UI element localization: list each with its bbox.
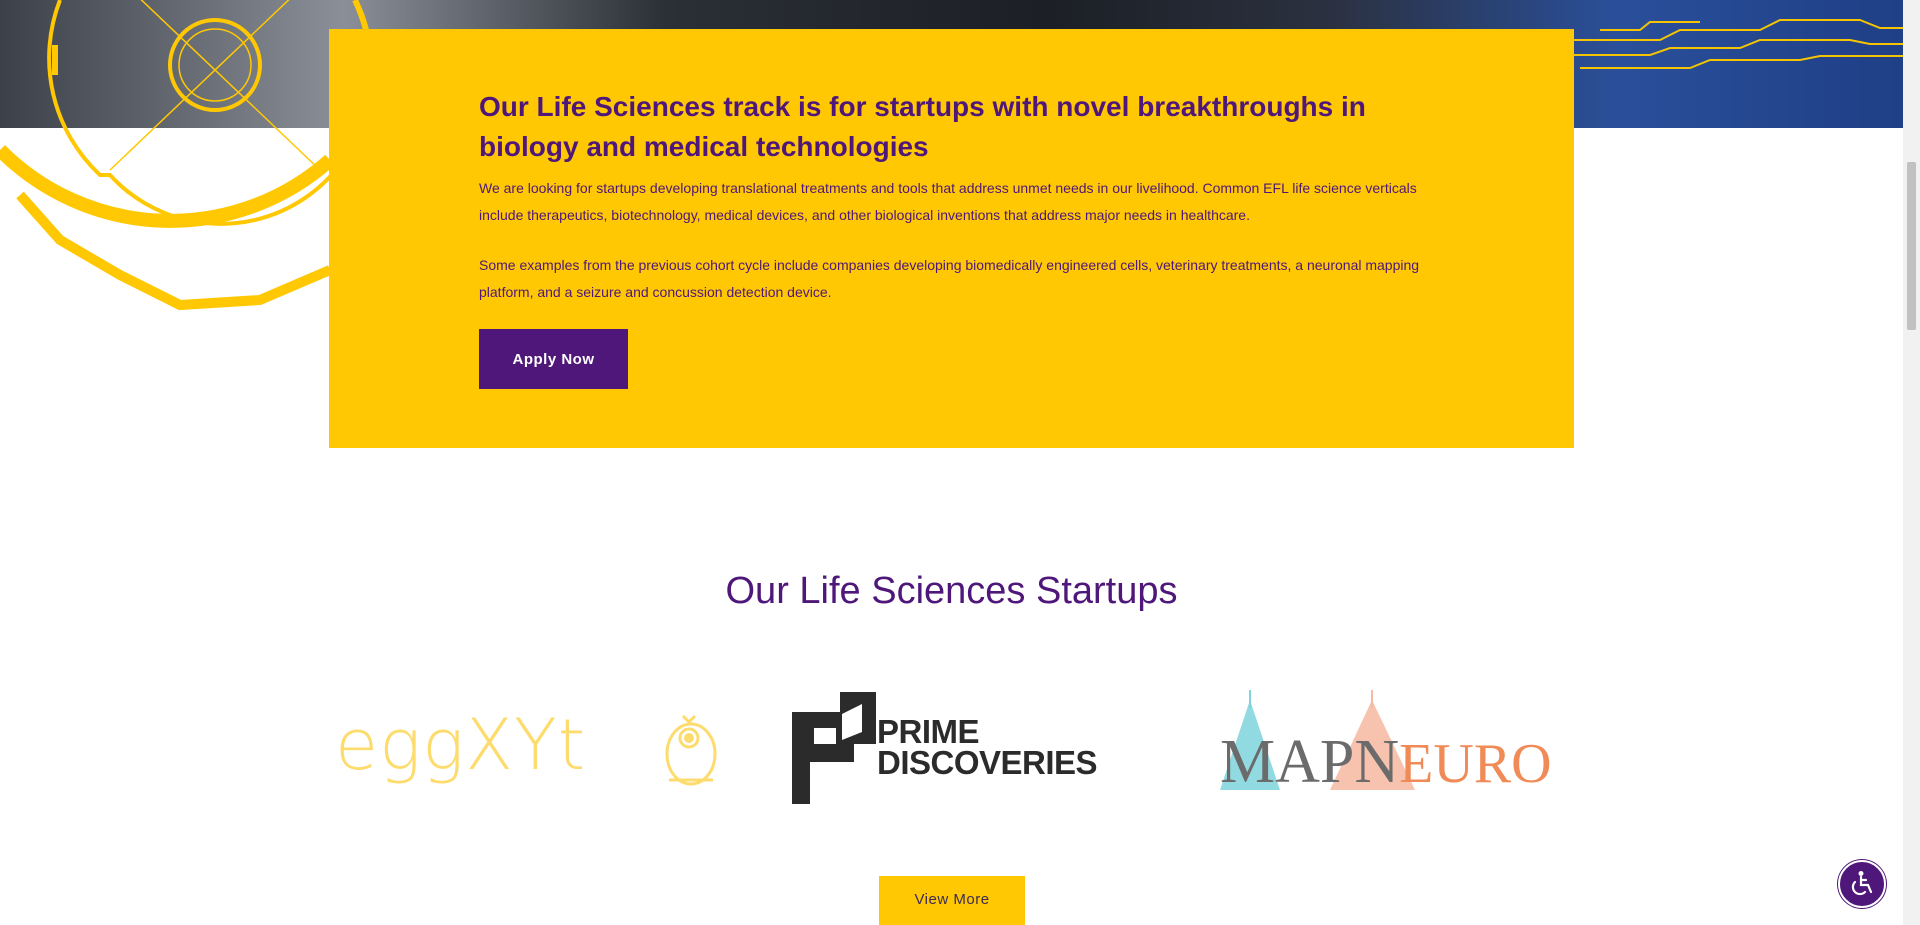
startups-heading: Our Life Sciences Startups <box>725 570 1178 612</box>
mapneuro-euro-text: EURO <box>1399 733 1552 795</box>
wheelchair-accessibility-icon <box>1851 871 1873 896</box>
eggxyt-logo[interactable]: eggXYt <box>335 705 725 795</box>
prime-wordmark: PRIME DISCOVERIES <box>877 713 1098 781</box>
accessibility-button[interactable] <box>1838 860 1886 908</box>
prime-mark-icon <box>792 692 876 804</box>
scrollbar[interactable] <box>1903 0 1920 925</box>
card-description: We are looking for startups developing t… <box>479 180 1417 223</box>
mapneuro-map-text: MAP <box>1220 728 1355 796</box>
life-sciences-card: Our Life Sciences track is for startups … <box>329 29 1574 448</box>
prime-line1: PRIME <box>877 713 980 750</box>
mapneuro-wordmark: MAPNEURO <box>1220 731 1552 795</box>
scrollbar-thumb[interactable] <box>1907 162 1916 330</box>
mapneuro-n-text: N <box>1354 728 1400 796</box>
mapneuro-logo[interactable]: MAPNEURO <box>1200 690 1552 800</box>
view-more-label: View More <box>914 891 990 908</box>
page: Our Life Sciences track is for startups … <box>0 0 1920 925</box>
view-more-button[interactable]: View More <box>879 876 1025 925</box>
prime-discoveries-logo[interactable]: PRIME DISCOVERIES <box>792 692 1112 807</box>
chick-icon <box>665 714 717 786</box>
apply-now-button[interactable]: Apply Now <box>479 329 628 389</box>
prime-line2: DISCOVERIES <box>877 744 1098 781</box>
card-title: Our Life Sciences track is for startups … <box>479 91 1366 162</box>
card-examples: Some examples from the previous cohort c… <box>479 257 1420 300</box>
eggxyt-wordmark: eggXYt <box>335 704 587 786</box>
